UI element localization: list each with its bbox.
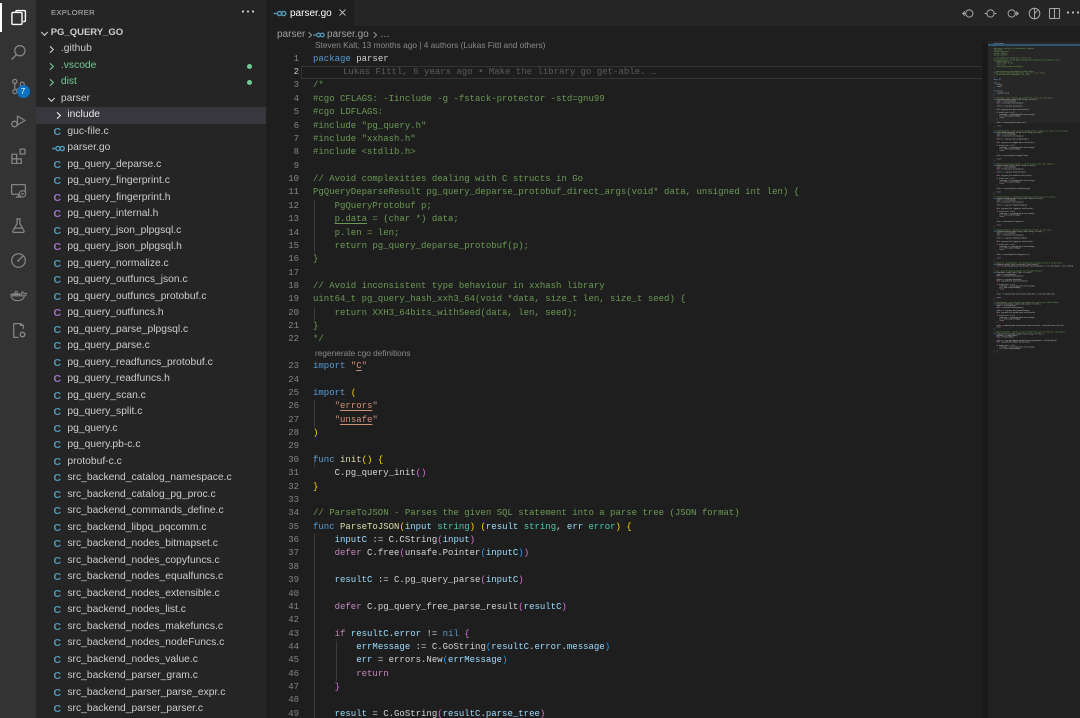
svg-text:result = uint64(resultC.finger: result = uint64(resultC.fingerprint) [997, 220, 1024, 223]
svg-text:}: } [997, 152, 998, 154]
svg-text:}: } [994, 351, 995, 353]
svg-text:}: } [994, 328, 995, 330]
svg-text:}: } [997, 322, 998, 324]
svg-text:return: return [997, 224, 1002, 226]
svg-text:if resultC.error != nil {: if resultC.error != nil { [997, 145, 1016, 147]
svg-text:}: } [994, 68, 995, 70]
svg-text:resultC := C.pg_query_parse_pl: resultC := C.pg_query_parse_plpgsql(inpu… [997, 138, 1029, 140]
svg-text:}: } [994, 259, 995, 261]
svg-text:if resultC.error != nil {: if resultC.error != nil { [997, 112, 1016, 114]
svg-text:if resultC.error != nil {: if resultC.error != nil { [997, 178, 1016, 180]
svg-text:resultC := C.pg_query_fingerpr: resultC := C.pg_query_fingerprint(inputC… [997, 237, 1028, 239]
svg-text:}: } [997, 218, 998, 220]
svg-text:): ) [994, 87, 995, 89]
svg-text:}: } [994, 127, 995, 129]
svg-text:result = C.GoBytes(unsafe.Poin: result = C.GoBytes(unsafe.Pointer(result… [997, 294, 1055, 296]
svg-text:}: } [994, 94, 995, 96]
svg-text:}: } [997, 251, 998, 253]
svg-text:resultC := C.pg_query_normaliz: resultC := C.pg_query_normalize(inputC) [997, 171, 1026, 173]
svg-text:result = C.GoString(resultC.pl: result = C.GoString(resultC.plpgsql_func… [997, 155, 1028, 157]
svg-text:if resultC.error != nil {: if resultC.error != nil { [997, 284, 1016, 286]
svg-text:}: } [994, 267, 995, 269]
svg-text:}: } [994, 193, 995, 195]
svg-text:resultC := C.pg_query_parse(in: resultC := C.pg_query_parse(inputC) [997, 105, 1023, 107]
svg-text:// Avoid inconsistent type beh: // Avoid inconsistent type behaviour in … [994, 70, 1034, 73]
svg-text:// ParseToProtobuf - Parses th: // ParseToProtobuf - Parses the given SQ… [994, 302, 1059, 304]
svg-text:defer C.pg_query_free_fingerpr: defer C.pg_query_free_fingerprint_result… [997, 208, 1034, 210]
svg-text:if resultC.error != nil {: if resultC.error != nil { [997, 211, 1016, 213]
svg-text:}: } [994, 76, 995, 78]
svg-text:return: return [997, 158, 1002, 160]
svg-text:return: return [997, 257, 1002, 259]
svg-text:result = C.GoBytes(unsafe.Poin: result = C.GoBytes(unsafe.Pointer(result… [997, 325, 1064, 327]
svg-text:resultC := C.pg_query_parse_pr: resultC := C.pg_query_parse_protobuf(inp… [997, 310, 1030, 312]
svg-text:defer C.pg_query_free_fingerpr: defer C.pg_query_free_fingerprint_result… [997, 241, 1034, 243]
svg-text:func init() {: func init() { [994, 91, 1004, 93]
svg-text:defer C.pg_query_free_plpgsql_: defer C.pg_query_free_plpgsql_parse_resu… [997, 142, 1035, 144]
svg-text:#cgo CFLAGS: -Iinclude -g -fst: #cgo CFLAGS: -Iinclude -g -fstack-protec… [994, 47, 1034, 50]
svg-text:result = C.GoString(resultC.no: result = C.GoString(resultC.normalized_q… [997, 188, 1031, 190]
svg-text:import (: import ( [994, 82, 1000, 84]
svg-text:if resultC.error != nil {: if resultC.error != nil { [997, 244, 1016, 246]
svg-text:package parser: package parser [994, 43, 1005, 45]
svg-text:/*: /* [994, 46, 996, 48]
svg-text:if resultC.error != nil {: if resultC.error != nil { [997, 345, 1016, 347]
svg-text:// FingerprintToUInt64 - Finge: // FingerprintToUInt64 - Fingerprint the… [994, 195, 1056, 198]
svg-text:}: } [997, 290, 998, 292]
svg-text:defer C.pg_query_free_parse_re: defer C.pg_query_free_parse_result(resul… [997, 109, 1029, 111]
svg-text:}: } [994, 160, 995, 162]
svg-text:return: return [997, 191, 1002, 193]
svg-text:if resultC.error != nil {: if resultC.error != nil { [997, 315, 1016, 317]
svg-text:// ParseToJSON - Parses the gi: // ParseToJSON - Parses the given SQL st… [994, 97, 1053, 99]
svg-text:// Avoid complexities dealing: // Avoid complexities dealing with C str… [994, 56, 1031, 59]
svg-text:// HashXXH3_64 - Helper method: // HashXXH3_64 - Helper method to run XX… [994, 261, 1063, 264]
svg-text:resultC := C.pg_query_fingerpr: resultC := C.pg_query_fingerprint(inputC… [997, 204, 1028, 206]
svg-text:// Normalize the passed SQL st: // Normalize the passed SQL statement to… [994, 163, 1055, 165]
svg-text:// DeparseFromProtobuf - Depar: // DeparseFromProtobuf - Deparses the gi… [994, 332, 1066, 334]
svg-text:return: return [997, 297, 1002, 299]
svg-text:// FingerprintToHexStr - Finge: // FingerprintToHexStr - Fingerprint the… [994, 229, 1051, 231]
svg-text:}: } [997, 119, 998, 121]
svg-text:result = C.GoString(resultC.pa: result = C.GoString(resultC.parse_tree) [997, 122, 1026, 124]
svg-text:}: } [994, 299, 995, 301]
svg-text:resultC := C.pg_query_deparse_: resultC := C.pg_query_deparse_protobuf_d… [997, 340, 1057, 342]
svg-text:}: } [997, 350, 998, 352]
svg-text:return: return [997, 125, 1002, 127]
svg-text:defer C.pg_query_free_normaliz: defer C.pg_query_free_normalize_result(r… [997, 175, 1032, 177]
svg-text:}: } [997, 185, 998, 187]
svg-text:}: } [994, 226, 995, 228]
svg-text:resultC := C.pg_query_scan(inp: resultC := C.pg_query_scan(inputC) [997, 279, 1022, 281]
svg-text:result = C.GoString(resultC.fi: result = C.GoString(resultC.fingerprint_… [997, 254, 1030, 256]
svg-text:// ParsePlPgSqlToJSON - Parses: // ParsePlPgSqlToJSON - Parses the given… [994, 130, 1069, 132]
svg-text:// Scan - Scans the given SQL: // Scan - Scans the given SQL statement … [994, 270, 1043, 272]
